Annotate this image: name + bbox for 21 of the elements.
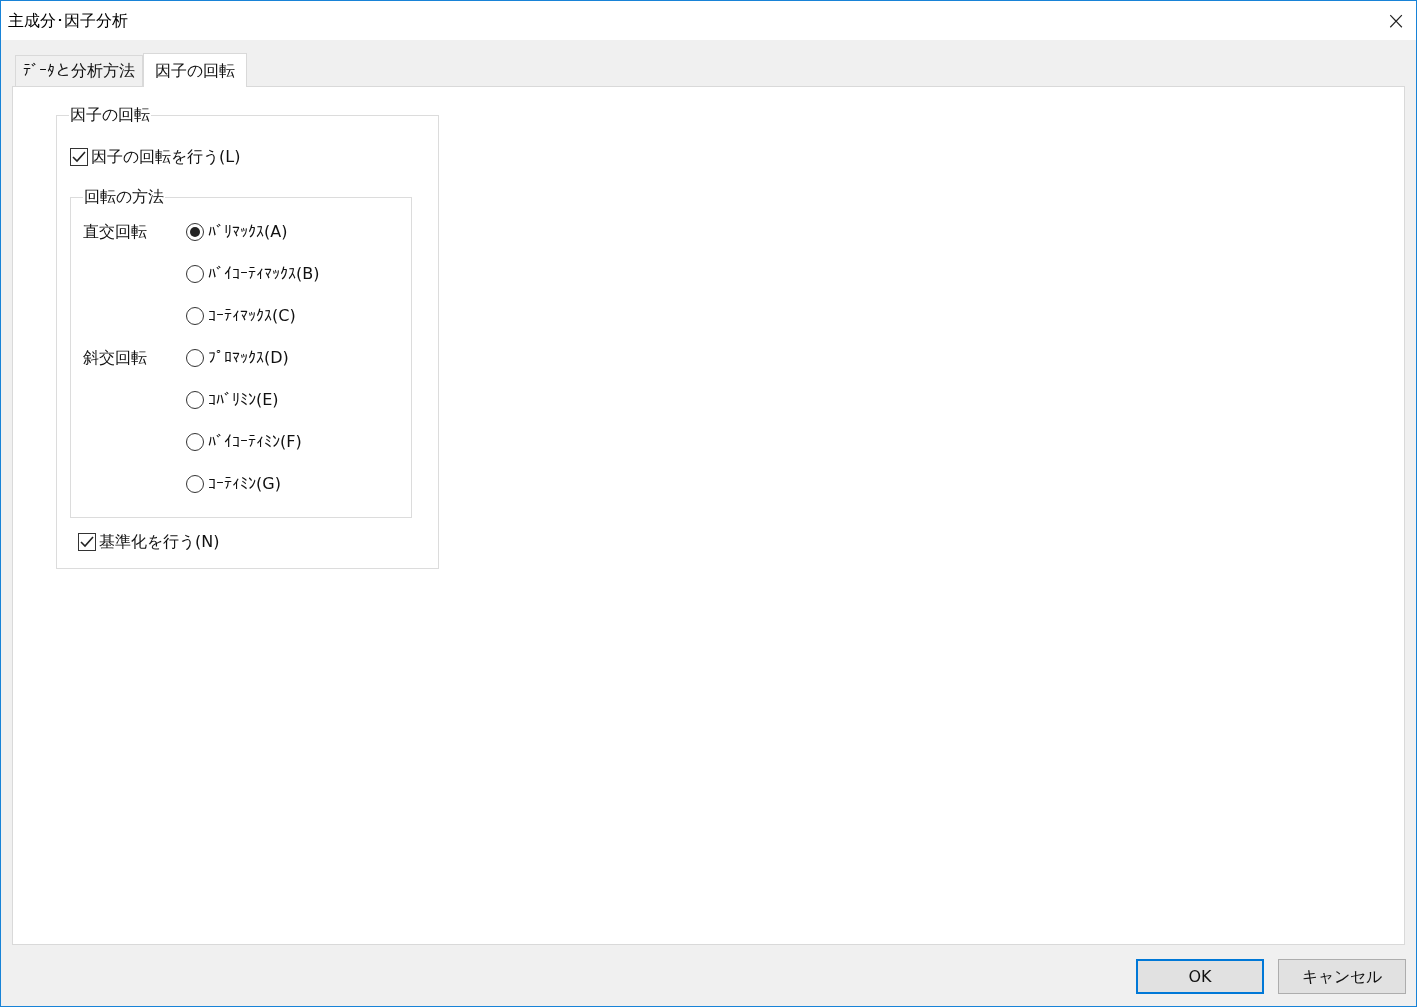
dialog-button[interactable]: OK [1136, 959, 1264, 994]
radio-option[interactable]: ﾊﾞﾘﾏｯｸｽ(A) [186, 221, 411, 263]
radio-option[interactable]: ﾊﾞｲｺｰﾃｨﾏｯｸｽ(B) [186, 263, 411, 305]
window-title: 主成分･因子分析 [8, 9, 128, 32]
dialog-button[interactable]: キャンセル [1278, 959, 1406, 994]
close-button[interactable]: × [1376, 2, 1416, 39]
radio-option[interactable]: ﾊﾞｲｺｰﾃｨﾐﾝ(F) [186, 431, 411, 473]
group-title: 因子の回転 [69, 104, 151, 126]
radio-option[interactable]: ｺｰﾃｨﾏｯｸｽ(C) [186, 305, 411, 347]
check-icon [72, 151, 86, 163]
radio-option[interactable]: ｺﾊﾞﾘﾐﾝ(E) [186, 389, 411, 431]
group-label: 直交回転 [83, 221, 148, 243]
radio-option[interactable]: ﾌﾟﾛﾏｯｸｽ(D) [186, 347, 411, 389]
checkbox[interactable]: 因子の回転を行う(L) [70, 145, 412, 169]
check-icon [80, 536, 94, 548]
radio-option[interactable]: ｺｰﾃｨﾐﾝ(G) [186, 473, 411, 515]
group-title: 回転の方法 [83, 186, 165, 208]
group-label: 斜交回転 [83, 347, 148, 369]
checkbox[interactable]: 基準化を行う(N) [78, 530, 412, 554]
tab[interactable]: ﾃﾞｰﾀと分析方法 [15, 55, 143, 86]
tab[interactable]: 因子の回転 [143, 53, 247, 87]
